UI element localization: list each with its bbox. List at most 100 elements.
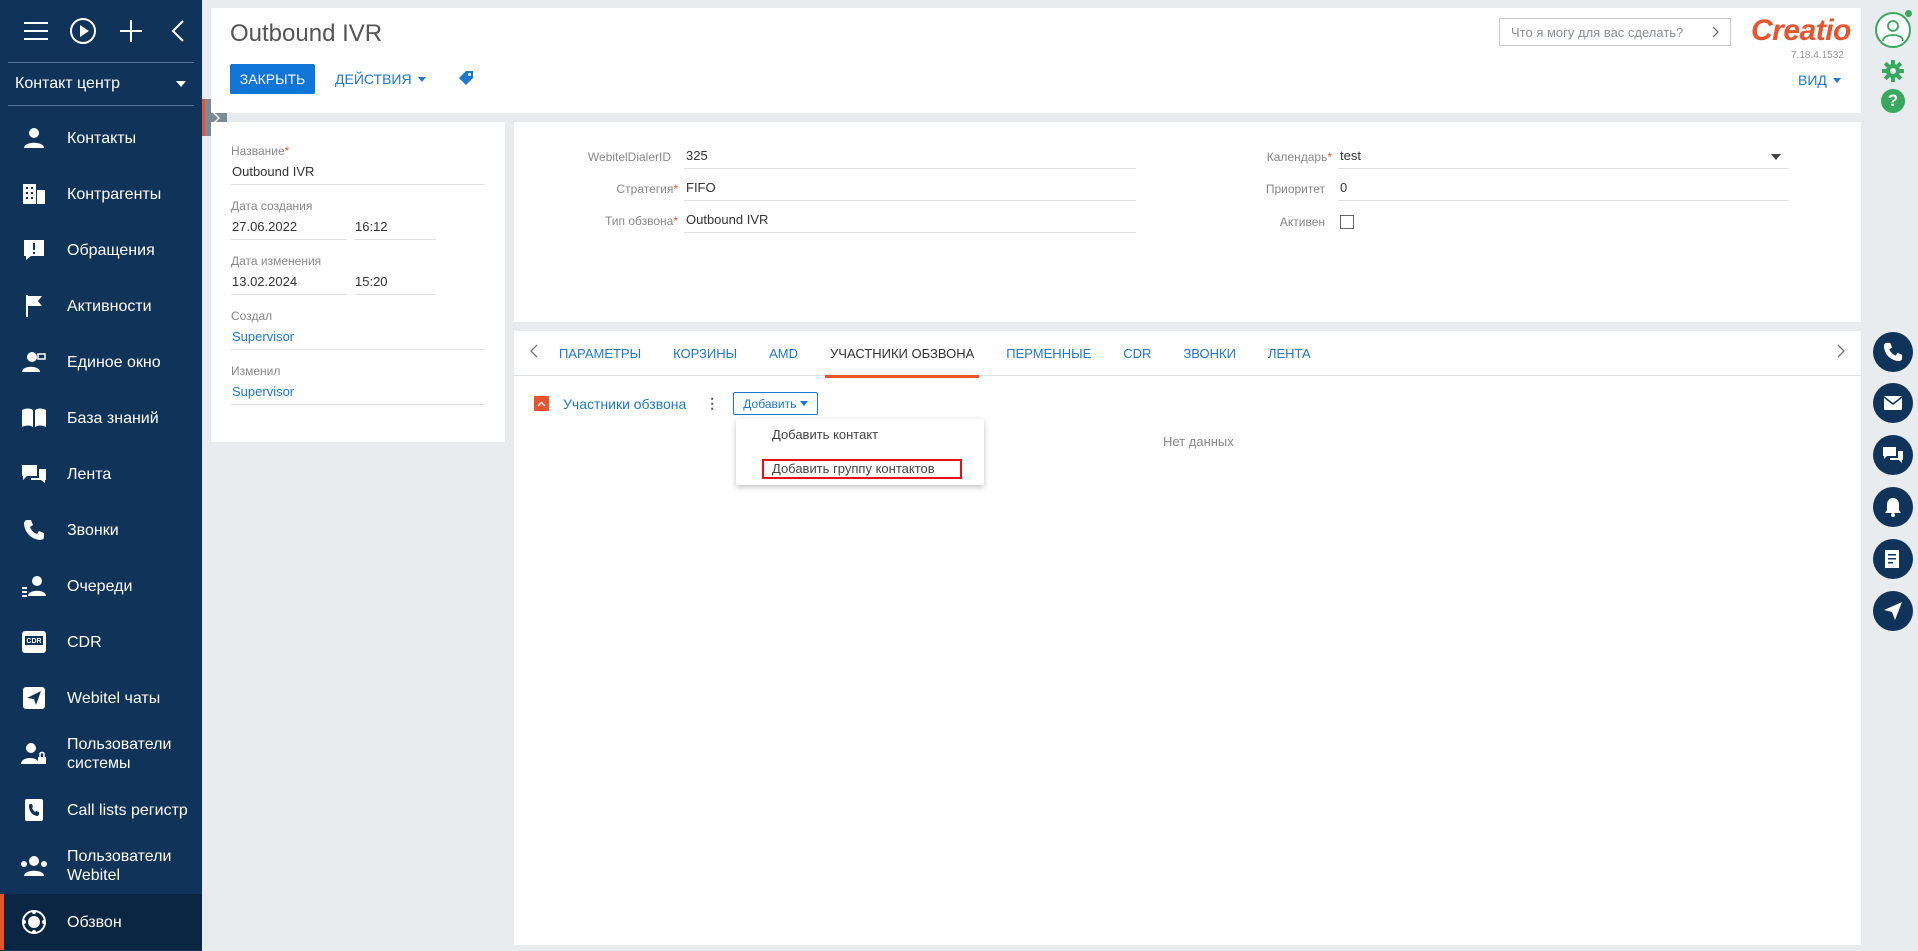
sidebar-item-feed[interactable]: Лента: [0, 446, 202, 502]
sidebar-item-label: Webitel чаты: [67, 689, 161, 707]
detail-title[interactable]: Участники обзвона: [563, 396, 686, 412]
tab-baskets[interactable]: КОРЗИНЫ: [673, 331, 737, 376]
active-label: Активен: [1279, 215, 1325, 229]
sidebar-menu: Контакты Контрагенты Обращения Активност…: [0, 110, 202, 950]
sidebar-item-label: Обзвон: [67, 913, 122, 931]
modified-label: Дата изменения: [231, 254, 322, 268]
created-by-link[interactable]: Supervisor: [231, 328, 485, 350]
tabs-scroll-left-icon[interactable]: [530, 344, 538, 361]
tab-cdr[interactable]: CDR: [1123, 331, 1151, 376]
tab-feed[interactable]: ЛЕНТА: [1268, 331, 1311, 376]
tab-variables[interactable]: ПЕРМЕННЫЕ: [1006, 331, 1091, 376]
person-icon: [18, 124, 50, 152]
calendar-select[interactable]: test: [1338, 147, 1789, 169]
created-by-label: Создал: [231, 309, 273, 323]
tab-amd[interactable]: AMD: [769, 331, 798, 376]
sidebar-item-queues[interactable]: Очереди: [0, 558, 202, 614]
right-panel: ?: [1868, 0, 1918, 951]
created-date-input[interactable]: 27.06.2022: [231, 218, 347, 240]
gear-icon[interactable]: [1881, 59, 1905, 86]
active-checkbox[interactable]: [1340, 215, 1354, 229]
tab-parameters[interactable]: ПАРАМЕТРЫ: [559, 331, 641, 376]
version-label: 7.18.4.1532: [1791, 50, 1844, 61]
email-icon[interactable]: [1873, 383, 1913, 423]
modified-time-input[interactable]: 15:20: [354, 273, 436, 295]
actions-button[interactable]: ДЕЙСТВИЯ: [335, 64, 426, 94]
modified-date-input[interactable]: 13.02.2024: [231, 273, 347, 295]
priority-input[interactable]: 0: [1338, 179, 1789, 201]
process-play-icon[interactable]: [60, 11, 108, 51]
notification-bell-icon[interactable]: [1873, 487, 1913, 527]
actions-label: ДЕЙСТВИЯ: [335, 71, 412, 87]
collapse-sidebar-icon[interactable]: [155, 11, 203, 51]
collapse-icon[interactable]: [534, 396, 549, 411]
menu-item-add-contact-group[interactable]: Добавить группу контактов: [762, 459, 962, 479]
sidebar-divider: [8, 105, 194, 106]
dialer-icon: [18, 908, 50, 936]
phone-icon: [18, 516, 50, 544]
sidebar-item-label: Контрагенты: [67, 185, 162, 203]
tab-calls[interactable]: ЗВОНКИ: [1183, 331, 1236, 376]
add-button[interactable]: Добавить: [733, 392, 819, 415]
sidebar-item-knowledge-base[interactable]: База знаний: [0, 390, 202, 446]
sidebar-item-label: Очереди: [67, 577, 133, 595]
sidebar-item-system-users[interactable]: Пользователи системы: [0, 726, 202, 782]
name-input[interactable]: Outbound IVR: [231, 163, 485, 185]
created-label: Дата создания: [231, 199, 313, 213]
more-options-icon[interactable]: ⋮: [705, 395, 719, 412]
help-icon[interactable]: ?: [1881, 89, 1905, 113]
modified-by-link[interactable]: Supervisor: [231, 383, 485, 405]
feed-icon: [18, 460, 50, 488]
sidebar-item-activities[interactable]: Активности: [0, 278, 202, 334]
calendar-label: Календарь: [1266, 150, 1328, 164]
calendar-field: Календарь* test: [514, 147, 1789, 169]
priority-field: Приоритет 0: [514, 179, 1789, 201]
online-status-icon: [1905, 10, 1912, 17]
menu-item-add-contact[interactable]: Добавить контакт: [772, 427, 878, 442]
add-label: Добавить: [743, 396, 797, 411]
sidebar-item-webitel-users[interactable]: Пользователи Webitel: [0, 838, 202, 894]
active-field: Активен: [514, 211, 1354, 229]
command-search-input[interactable]: Что я могу для вас сделать?: [1499, 18, 1731, 46]
tabs-panel: ПАРАМЕТРЫ КОРЗИНЫ AMD УЧАСТНИКИ ОБЗВОНА …: [514, 331, 1861, 945]
sidebar-item-dialer[interactable]: Обзвон: [0, 894, 202, 950]
search-placeholder: Что я могу для вас сделать?: [1511, 24, 1684, 40]
chevron-down-icon[interactable]: [1771, 154, 1781, 160]
sidebar-item-cases[interactable]: Обращения: [0, 222, 202, 278]
sidebar-toolbar: [0, 0, 202, 62]
tag-icon[interactable]: [458, 70, 474, 89]
sidebar-item-cdr[interactable]: CDR CDR: [0, 614, 202, 670]
document-icon[interactable]: [1873, 539, 1913, 579]
send-icon: [18, 684, 50, 712]
view-label: ВИД: [1798, 72, 1827, 88]
queue-icon: [18, 572, 50, 600]
sidebar-item-calls[interactable]: Звонки: [0, 502, 202, 558]
alert-icon: [18, 236, 50, 264]
created-time-input[interactable]: 16:12: [354, 218, 436, 240]
view-button[interactable]: ВИД: [1798, 72, 1841, 88]
chevron-down-icon: [1832, 77, 1841, 83]
send-icon[interactable]: [1873, 591, 1913, 631]
creatio-logo[interactable]: Creatio: [1751, 14, 1851, 48]
sidebar-item-call-lists[interactable]: Call lists регистр: [0, 782, 202, 838]
tab-participants[interactable]: УЧАСТНИКИ ОБЗВОНА: [825, 331, 980, 378]
hamburger-menu-icon[interactable]: [12, 11, 60, 51]
sidebar-item-single-window[interactable]: Единое окно: [0, 334, 202, 390]
sidebar-item-label: CDR: [67, 633, 102, 651]
sidebar-item-accounts[interactable]: Контрагенты: [0, 166, 202, 222]
sidebar-item-contacts[interactable]: Контакты: [0, 110, 202, 166]
call-list-icon: [18, 796, 50, 824]
chat-icon[interactable]: [1873, 435, 1913, 475]
sidebar-item-label: Пользователи Webitel: [67, 848, 172, 884]
sidebar-item-label: Call lists регистр: [67, 801, 188, 819]
add-icon[interactable]: [107, 11, 155, 51]
workspace-selector[interactable]: Контакт центр: [0, 63, 202, 105]
flag-icon: [18, 292, 50, 320]
page-title: Outbound IVR: [230, 20, 383, 47]
phone-icon[interactable]: [1873, 332, 1913, 372]
avatar[interactable]: [1875, 12, 1911, 48]
tabs-scroll-right-icon[interactable]: [1837, 344, 1845, 361]
building-icon: [18, 180, 50, 208]
sidebar-item-webitel-chats[interactable]: Webitel чаты: [0, 670, 202, 726]
close-button[interactable]: ЗАКРЫТЬ: [230, 64, 315, 94]
